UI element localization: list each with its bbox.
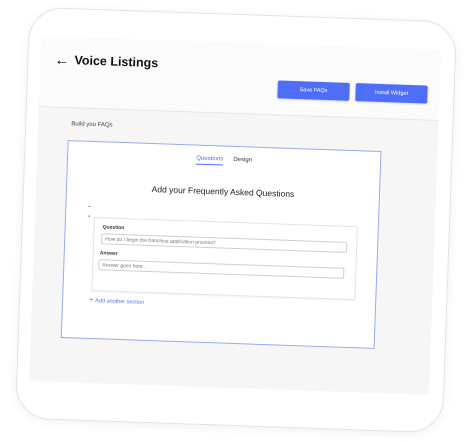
tab-design[interactable]: Design — [233, 157, 252, 167]
faq-heading: Add your Frequently Asked Questions — [151, 184, 295, 200]
add-section-link[interactable]: + Add another section — [89, 297, 144, 306]
add-section-label: Add another section — [95, 298, 145, 306]
arrow-left-icon[interactable]: ← — [54, 52, 70, 70]
chevron-down-icon[interactable]: ⌄ — [85, 213, 93, 220]
answer-field[interactable]: Answer goes here... — [98, 259, 345, 279]
reorder-controls: ⌃ ⌄ — [85, 206, 94, 222]
save-faqs-button[interactable]: Save FAQs — [277, 80, 350, 101]
question-label: Question — [102, 224, 125, 232]
tab-bar: Questions Design — [68, 151, 380, 171]
answer-label: Answer — [99, 250, 118, 257]
tab-questions[interactable]: Questions — [196, 155, 224, 166]
question-field[interactable]: How do I begin the franchise application… — [101, 233, 348, 253]
install-widget-button[interactable]: Install Widget — [355, 83, 428, 104]
faq-builder-card: Questions Design Add your Frequently Ask… — [60, 140, 382, 349]
page-title: Voice Listings — [74, 53, 159, 71]
plus-icon: + — [88, 296, 94, 305]
device-frame: ← Voice Listings Save FAQs Install Widge… — [14, 6, 458, 434]
top-bar: ← Voice Listings Save FAQs Install Widge… — [38, 36, 442, 122]
mockup-stage: ← Voice Listings Save FAQs Install Widge… — [0, 0, 471, 442]
section-heading: Build you FAQs — [71, 121, 113, 129]
app-screen: ← Voice Listings Save FAQs Install Widge… — [29, 36, 442, 395]
faq-item: Question How do I begin the franchise ap… — [91, 217, 358, 301]
